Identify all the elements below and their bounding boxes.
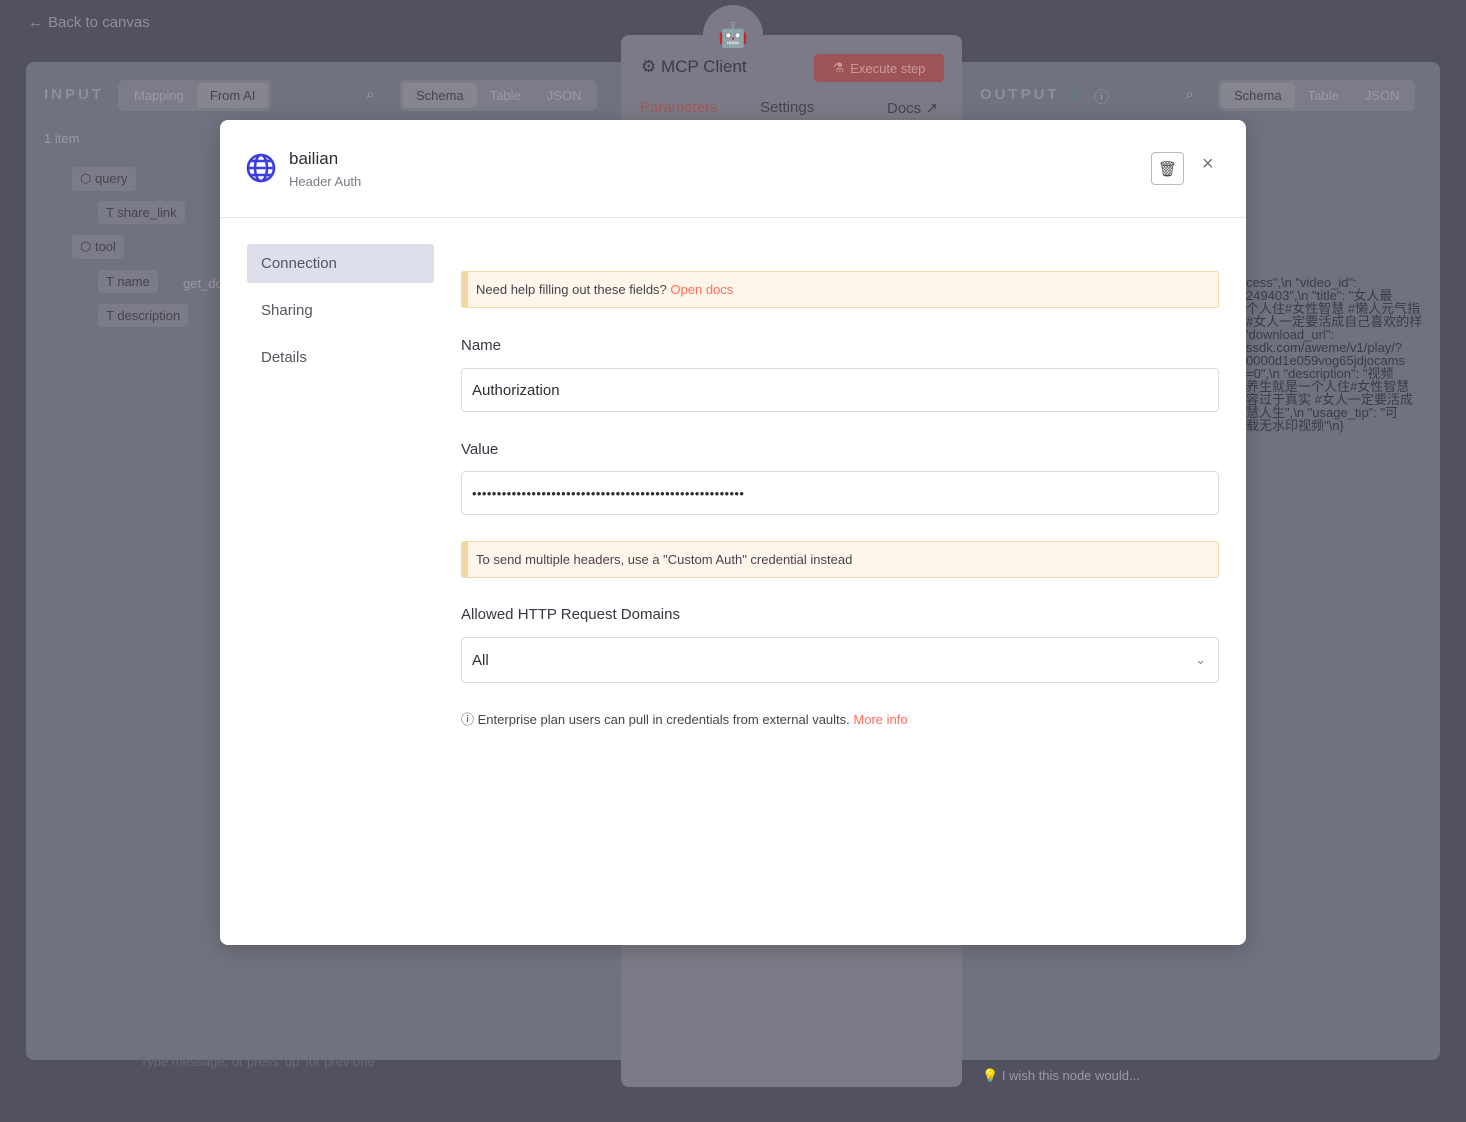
input-view-tabs: Schema Table JSON [400,80,598,111]
tab-json[interactable]: JSON [534,83,595,108]
input-panel-title: INPUT [44,86,104,103]
tab-schema[interactable]: Schema [403,83,477,108]
output-tab-schema[interactable]: Schema [1221,83,1295,108]
credential-modal: bailian Header Auth 🗑 × Connection Shari… [220,120,1246,945]
execute-step-button[interactable]: ⚗ Execute step [814,54,944,82]
output-tab-json[interactable]: JSON [1352,83,1413,108]
field-tool: ⬡ tool [72,235,124,259]
more-info-link[interactable]: More info [853,712,907,727]
output-panel-title: OUTPUT [980,86,1060,103]
credential-name[interactable]: bailian [289,149,338,169]
info-icon: ⓘ [1094,89,1110,106]
back-arrow-icon[interactable]: ← [28,14,43,31]
trash-icon: 🗑 [1157,160,1178,178]
open-docs-link[interactable]: Open docs [670,282,733,297]
chat-input[interactable]: Type message, or press 'up' for prev one [140,1054,390,1069]
flask-icon: ⚗ [832,60,845,75]
field-query: ⬡ query [72,167,136,191]
chevron-down-icon: ⌄ [1195,652,1206,667]
output-text-line: 载无水印视频"\n} [1246,418,1344,433]
info-circle-icon: ⓘ [461,712,475,727]
name-input[interactable]: Authorization [461,368,1219,412]
back-to-canvas-link[interactable]: Back to canvas [48,14,150,31]
delete-button[interactable]: 🗑 [1151,152,1184,185]
globe-icon [246,153,276,183]
input-mode-tabs: Mapping From AI [118,80,272,111]
nav-sharing[interactable]: Sharing [247,291,434,330]
domains-label: Allowed HTTP Request Domains [461,606,680,623]
modal-header: bailian Header Auth 🗑 × [220,120,1246,218]
feedback-input[interactable]: 💡 I wish this node would... [982,1068,1140,1084]
tab-table[interactable]: Table [477,83,534,108]
value-input[interactable]: ••••••••••••••••••••••••••••••••••••••••… [461,471,1219,515]
tab-mapping[interactable]: Mapping [121,83,197,108]
name-label: Name [461,337,502,354]
close-icon[interactable]: × [1202,153,1214,176]
robot-icon: 🤖 [703,5,763,65]
field-description: T description [98,304,189,327]
field-name-value: get_do [183,276,223,291]
field-share-link: T share_link [98,201,185,224]
credential-type: Header Auth [289,174,362,189]
domains-select[interactable]: All ⌄ [461,637,1219,683]
tab-parameters[interactable]: Parameters [640,99,718,116]
output-search-icon[interactable]: ⌕ [1185,86,1194,104]
field-name: T name [98,270,158,293]
search-icon[interactable]: ⌕ [366,86,375,104]
success-check-icon: ✓ [1068,87,1081,104]
node-title: ⚙ MCP Client [641,57,747,76]
enterprise-note: ⓘ Enterprise plan users can pull in cred… [461,712,908,727]
output-tab-table[interactable]: Table [1295,83,1352,108]
value-label: Value [461,441,499,458]
nav-connection[interactable]: Connection [247,244,434,283]
item-count: 1 item [44,131,80,146]
tab-docs[interactable]: Docs ↗ [887,99,938,117]
multi-header-notice: To send multiple headers, use a "Custom … [461,541,1219,578]
nav-details[interactable]: Details [247,338,434,377]
help-notice: Need help filling out these fields? Open… [461,271,1219,308]
output-view-tabs: Schema Table JSON [1218,80,1416,111]
output-text-value: cess",\n "video_id": 249403",\n "title": … [1246,276,1436,432]
tab-from-ai[interactable]: From AI [196,83,269,108]
tab-settings[interactable]: Settings [760,99,814,116]
